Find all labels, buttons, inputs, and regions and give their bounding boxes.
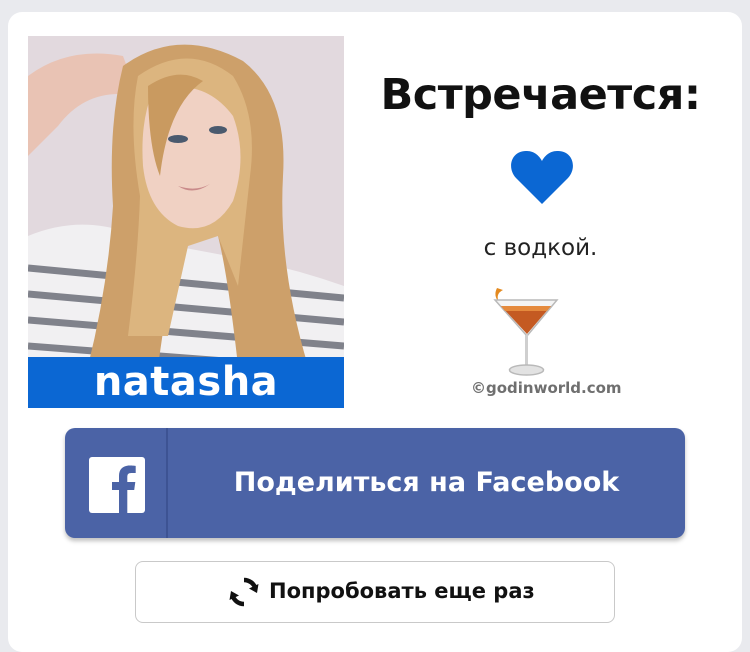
name-label: natasha <box>28 357 344 408</box>
result-card: natasha Встречается: с водкой. ©godinwor… <box>8 12 742 652</box>
cocktail-glass-icon <box>493 288 559 376</box>
share-facebook-button[interactable]: Поделиться на Facebook <box>65 428 685 538</box>
watermark-text: ©godinworld.com <box>471 379 622 397</box>
facebook-logo-icon <box>89 457 145 513</box>
result-heading: Встречается: <box>380 70 701 120</box>
try-again-label: Попробовать еще раз <box>269 579 535 603</box>
try-again-button[interactable]: Попробовать еще раз <box>135 561 615 623</box>
refresh-icon <box>229 577 259 607</box>
result-panel: Встречается: с водкой. ©godinworld.com <box>363 52 718 412</box>
result-image: natasha <box>28 36 344 408</box>
profile-photo <box>28 36 344 408</box>
profile-photo-illustration <box>28 36 344 408</box>
result-subtext: с водкой. <box>483 235 598 261</box>
heart-icon <box>511 150 573 204</box>
share-facebook-label: Поделиться на Facebook <box>233 467 620 498</box>
